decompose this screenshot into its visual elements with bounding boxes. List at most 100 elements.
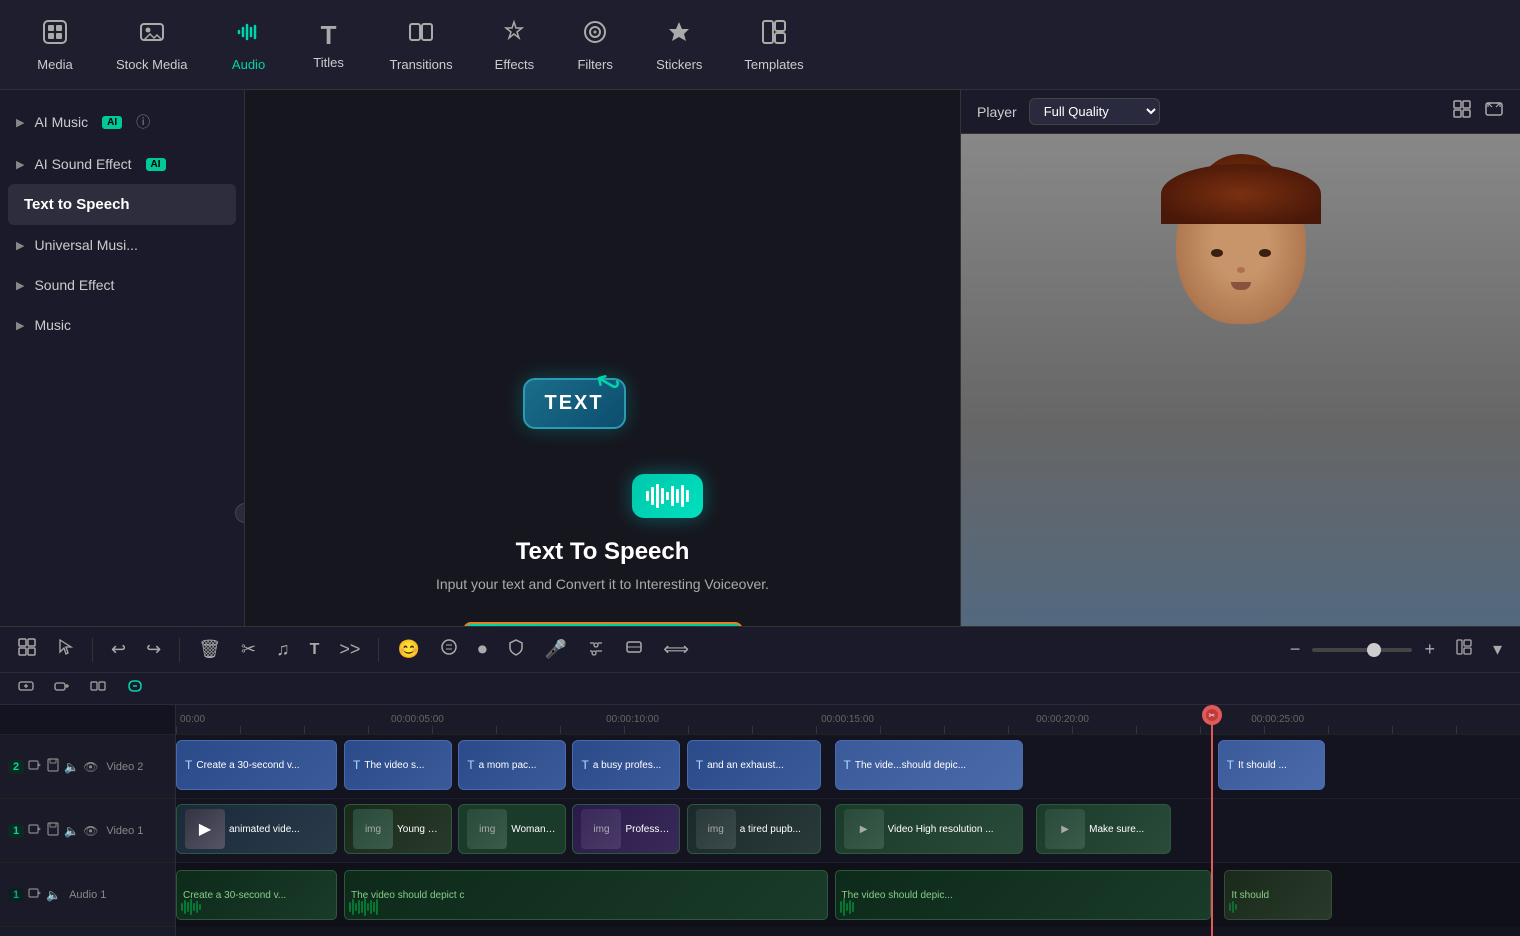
effects-icon [500,18,528,53]
volume-track-icon-v1[interactable]: 🔈 [64,824,79,838]
toolbar-effects-label: Effects [495,57,535,72]
save-track-icon-v1[interactable] [46,822,60,839]
zoom-in-btn[interactable]: + [1418,635,1441,664]
volume-track-icon-a1[interactable]: 🔈 [46,888,61,902]
v1-clip-6[interactable]: ▶ Video High resolution ... [835,804,1023,854]
ruler-mark-1: 00:00:05:00 [391,714,444,725]
audio1-track: Create a 30-second v... The video shoul [176,863,1520,927]
add-media-icon-v1[interactable] [28,822,42,839]
quality-select[interactable]: Full Quality Half Quality Quarter Qualit… [1029,98,1160,125]
track-content-area: 00:00 00:00:05:00 00:00:10:00 00:00:15:0… [176,705,1520,936]
tts-audio-box [632,474,703,518]
a1-clip-1[interactable]: Create a 30-second v... [176,870,337,920]
zoom-control: − + [1284,635,1441,664]
sidebar-item-ai-music[interactable]: ▶ AI Music AI ⓘ [0,100,244,144]
music-label: Music [34,317,71,333]
grid-view-icon[interactable] [1452,99,1472,124]
v1-clip-4[interactable]: img Professional... [572,804,680,854]
v2-clip-7[interactable]: T It should ... [1218,740,1326,790]
sidebar-item-universal[interactable]: ▶ Universal Musi... [0,225,244,265]
v1-clip-5[interactable]: img a tired pupb... [687,804,821,854]
sidebar-item-sound-effect[interactable]: ▶ Sound Effect [0,265,244,305]
link-btn[interactable] [120,674,150,703]
add-media-icon[interactable] [28,758,42,775]
redo-btn[interactable]: ↪ [140,635,167,664]
add-audio-btn[interactable] [48,674,76,703]
divider-2 [179,638,180,662]
filters-icon [581,18,609,53]
record-btn[interactable]: ⏺ [472,635,493,664]
chevron-right-icon-5: ▶ [16,319,24,332]
expand-btn[interactable]: ▾ [1487,635,1508,664]
toolbar-media[interactable]: Media [20,10,90,80]
audio-mix-btn[interactable] [581,634,611,665]
v2-clip-3[interactable]: T a mom pac... [458,740,566,790]
sidebar-item-tts[interactable]: Text to Speech [8,184,236,225]
v1-clip-7[interactable]: ▶ Make sure... [1036,804,1170,854]
toolbar-media-label: Media [37,57,72,72]
v2-clip-6[interactable]: T The vide...should depic... [835,740,1023,790]
eye-track-icon-v1[interactable]: 👁 [83,824,98,838]
save-track-icon[interactable] [46,758,60,775]
v2-clip-5[interactable]: T and an exhaust... [687,740,821,790]
audio-edit-btn[interactable]: ♫ [270,635,296,664]
split-btn[interactable] [84,674,112,703]
a1-clip-2[interactable]: The video should depict c [344,870,828,920]
emoji-btn[interactable]: 😊 [391,635,425,664]
toolbar-audio-label: Audio [232,57,265,72]
zoom-handle[interactable] [1367,643,1381,657]
grid-view-btn[interactable] [1449,634,1479,665]
toolbar-effects[interactable]: Effects [479,10,551,80]
v1-clip-2[interactable]: img Young coup... [344,804,452,854]
toolbar-stickers[interactable]: Stickers [640,10,718,80]
a1-clip-3[interactable]: The video should depic... [835,870,1211,920]
ruler-mark-4: 00:00:20:00 [1036,714,1089,725]
shield-btn[interactable] [501,634,531,665]
v2-clip-5-label: and an exhaust... [707,760,784,771]
v2-clip-4[interactable]: T a busy profes... [572,740,680,790]
toolbar-filters[interactable]: Filters [560,10,630,80]
loop-btn[interactable]: ⟺ [657,635,695,664]
audio1-name: Audio 1 [69,889,106,901]
text-btn[interactable]: T [304,637,326,663]
sidebar-item-ai-sound[interactable]: ▶ AI Sound Effect AI [0,144,244,184]
toolbar-stock-media[interactable]: Stock Media [100,10,204,80]
chevron-right-icon-3: ▶ [16,239,24,252]
add-track-btn[interactable] [12,674,40,703]
more-btn[interactable]: >> [333,635,366,664]
v1-clip-3[interactable]: img Woman pac... [458,804,566,854]
undo-btn[interactable]: ↩ [105,635,132,664]
toolbar-audio[interactable]: Audio [214,10,284,80]
add-media-icon-a1[interactable] [28,886,42,903]
v1-clip-1[interactable]: ▶ animated vide... [176,804,337,854]
ruler-spacer [0,705,175,735]
eye-track-icon[interactable]: 👁 [83,760,98,774]
cut-btn[interactable]: ✂ [235,635,262,664]
sidebar-item-music[interactable]: ▶ Music [0,305,244,345]
ruler-ticks [176,726,1520,734]
a1-clip-4[interactable]: It should [1224,870,1332,920]
zoom-slider[interactable] [1312,648,1412,652]
sidebar-collapse-btn[interactable]: ‹ [235,503,245,523]
fullscreen-icon[interactable] [1484,99,1504,124]
select-tool[interactable] [50,634,80,665]
layout-btn[interactable] [12,634,42,665]
templates-icon [760,18,788,53]
chevron-right-icon: ▶ [16,116,24,129]
v2-clip-1-label: Create a 30-second v... [196,760,299,771]
delete-btn[interactable]: 🗑 [192,635,227,664]
volume-track-icon[interactable]: 🔈 [64,760,79,774]
snap-btn[interactable] [619,634,649,665]
mic-btn[interactable]: 🎤 [539,635,573,664]
toolbar-transitions[interactable]: Transitions [374,10,469,80]
audio-icon [235,18,263,53]
v2-clip-2[interactable]: T The video s... [344,740,452,790]
toolbar-titles[interactable]: T Titles [294,12,364,78]
sticker-btn[interactable] [434,634,464,665]
toolbar-templates[interactable]: Templates [728,10,819,80]
v2-clip-1[interactable]: T Create a 30-second v... [176,740,337,790]
ai-badge-sound: AI [146,158,166,171]
zoom-out-btn[interactable]: − [1284,635,1307,664]
toolbar-titles-label: Titles [313,55,344,70]
stickers-icon [665,18,693,53]
